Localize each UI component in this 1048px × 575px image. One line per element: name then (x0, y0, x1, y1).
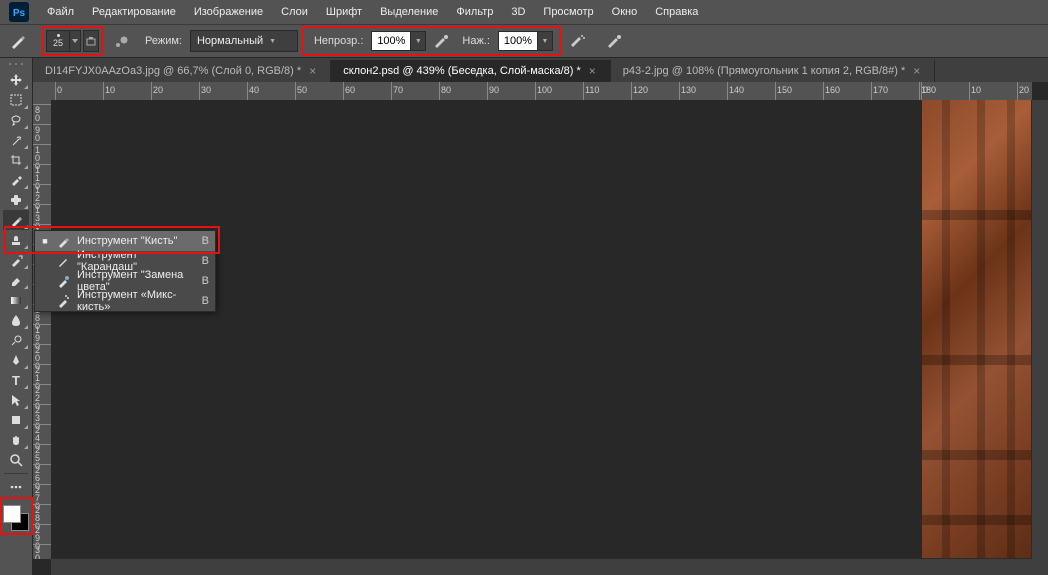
document-tab[interactable]: склон2.psd @ 439% (Беседка, Слой-маска/8… (331, 60, 611, 82)
scrollbar-horizontal[interactable] (51, 558, 1032, 575)
flow-stepper[interactable]: ▼ (538, 31, 553, 51)
lasso-tool[interactable] (3, 110, 29, 130)
svg-text:T: T (12, 373, 20, 387)
shape-tool[interactable] (3, 410, 29, 430)
brush-size-picker[interactable]: 25 (42, 26, 103, 56)
pressure-size-icon[interactable] (111, 30, 133, 52)
flyout-item[interactable]: Инструмент "Замена цвета"B (35, 271, 215, 291)
opacity-label: Непрозр.: (310, 35, 367, 47)
document-tab[interactable]: p43-2.jpg @ 108% (Прямоугольник 1 копия … (611, 60, 936, 82)
current-tool-indicator[interactable] (4, 29, 32, 53)
brush-tool-flyout: ■Инструмент "Кисть"BИнструмент "Карандаш… (34, 230, 216, 312)
image-content (922, 100, 1032, 559)
close-icon[interactable]: × (309, 64, 316, 78)
menu-файл[interactable]: Файл (38, 2, 83, 22)
menu-выделение[interactable]: Выделение (371, 2, 447, 22)
airbrush-icon[interactable] (565, 30, 589, 52)
menu-фильтр[interactable]: Фильтр (447, 2, 502, 22)
flow-field[interactable]: 100% (498, 31, 538, 51)
wand-tool[interactable] (3, 130, 29, 150)
canvas-viewport[interactable] (51, 100, 1032, 559)
color-swatch[interactable] (2, 504, 30, 532)
crop-tool[interactable] (3, 150, 29, 170)
document-tabs: DI14FYJX0AAzOa3.jpg @ 66,7% (Слой 0, RGB… (33, 58, 1048, 83)
document-area: DI14FYJX0AAzOa3.jpg @ 66,7% (Слой 0, RGB… (33, 58, 1048, 575)
svg-text:Ps: Ps (13, 8, 26, 19)
menu-просмотр[interactable]: Просмотр (534, 2, 602, 22)
workspace: T DI14FYJX0AAzOa3.jpg @ 66,7% (Слой 0, R… (0, 58, 1048, 575)
document-tab[interactable]: DI14FYJX0AAzOa3.jpg @ 66,7% (Слой 0, RGB… (33, 60, 331, 82)
menu-bar: Ps ФайлРедактированиеИзображениеСлоиШриф… (0, 0, 1048, 25)
ruler-vertical[interactable]: 8090100110120130140150160170180190200210… (33, 100, 52, 559)
menu-изображение[interactable]: Изображение (185, 2, 272, 22)
toolbar-grip[interactable] (2, 60, 30, 68)
blur-tool[interactable] (3, 310, 29, 330)
path-select-tool[interactable] (3, 390, 29, 410)
menu-3d[interactable]: 3D (502, 2, 534, 22)
type-tool[interactable]: T (3, 370, 29, 390)
opacity-flow-group: Непрозр.: 100% ▼ Наж.: 100% ▼ (302, 26, 561, 56)
canvas-area: 0102030405060708090100110120130140150160… (33, 82, 1048, 575)
menu-справка[interactable]: Справка (646, 2, 707, 22)
stamp-tool[interactable] (3, 230, 29, 250)
tool-icon (55, 253, 71, 269)
gradient-tool[interactable] (3, 290, 29, 310)
history-brush-tool[interactable] (3, 250, 29, 270)
opacity-stepper[interactable]: ▼ (411, 31, 426, 51)
zoom-tool[interactable] (3, 450, 29, 470)
marquee-tool[interactable] (3, 90, 29, 110)
close-icon[interactable]: × (913, 64, 920, 78)
menu-редактирование[interactable]: Редактирование (83, 2, 185, 22)
eyedropper-tool[interactable] (3, 170, 29, 190)
flow-label: Наж.: (458, 35, 494, 47)
brush-size-value: 25 (53, 38, 63, 48)
close-icon[interactable]: × (589, 64, 596, 78)
mode-label: Режим: (141, 35, 186, 47)
blend-mode-dropdown[interactable]: Нормальный ▼ (190, 30, 298, 52)
pen-tool[interactable] (3, 350, 29, 370)
options-bar: 25 Режим: Нормальный ▼ Непрозр.: 100% ▼ … (0, 25, 1048, 58)
flyout-item[interactable]: ■Инструмент "Кисть"B (35, 231, 215, 251)
scrollbar-corner (1032, 559, 1048, 575)
edit-toolbar[interactable] (3, 477, 29, 497)
hand-tool[interactable] (3, 430, 29, 450)
tool-icon (55, 233, 71, 249)
heal-tool[interactable] (3, 190, 29, 210)
tool-palette: T (0, 58, 33, 575)
dodge-tool[interactable] (3, 330, 29, 350)
ruler-horizontal[interactable]: 0102030405060708090100110120130140150160… (51, 82, 1032, 101)
menu-шрифт[interactable]: Шрифт (317, 2, 371, 22)
menu-слои[interactable]: Слои (272, 2, 317, 22)
brush-tool[interactable] (3, 210, 29, 230)
pressure-toggle-icon[interactable] (603, 30, 627, 52)
flyout-item[interactable]: Инструмент «Микс-кисть»B (35, 291, 215, 311)
ruler-corner (33, 82, 52, 101)
opacity-field[interactable]: 100% (371, 31, 411, 51)
menu-окно[interactable]: Окно (603, 2, 647, 22)
foreground-color[interactable] (3, 505, 21, 523)
eraser-tool[interactable] (3, 270, 29, 290)
scrollbar-vertical[interactable] (1031, 100, 1048, 559)
color-swatch-highlight (0, 497, 33, 535)
app-logo: Ps (8, 2, 30, 22)
pressure-opacity-icon[interactable] (430, 30, 454, 52)
tool-icon (55, 293, 71, 309)
move-tool[interactable] (3, 70, 29, 90)
flyout-item[interactable]: Инструмент "Карандаш"B (35, 251, 215, 271)
tool-icon (55, 273, 71, 289)
